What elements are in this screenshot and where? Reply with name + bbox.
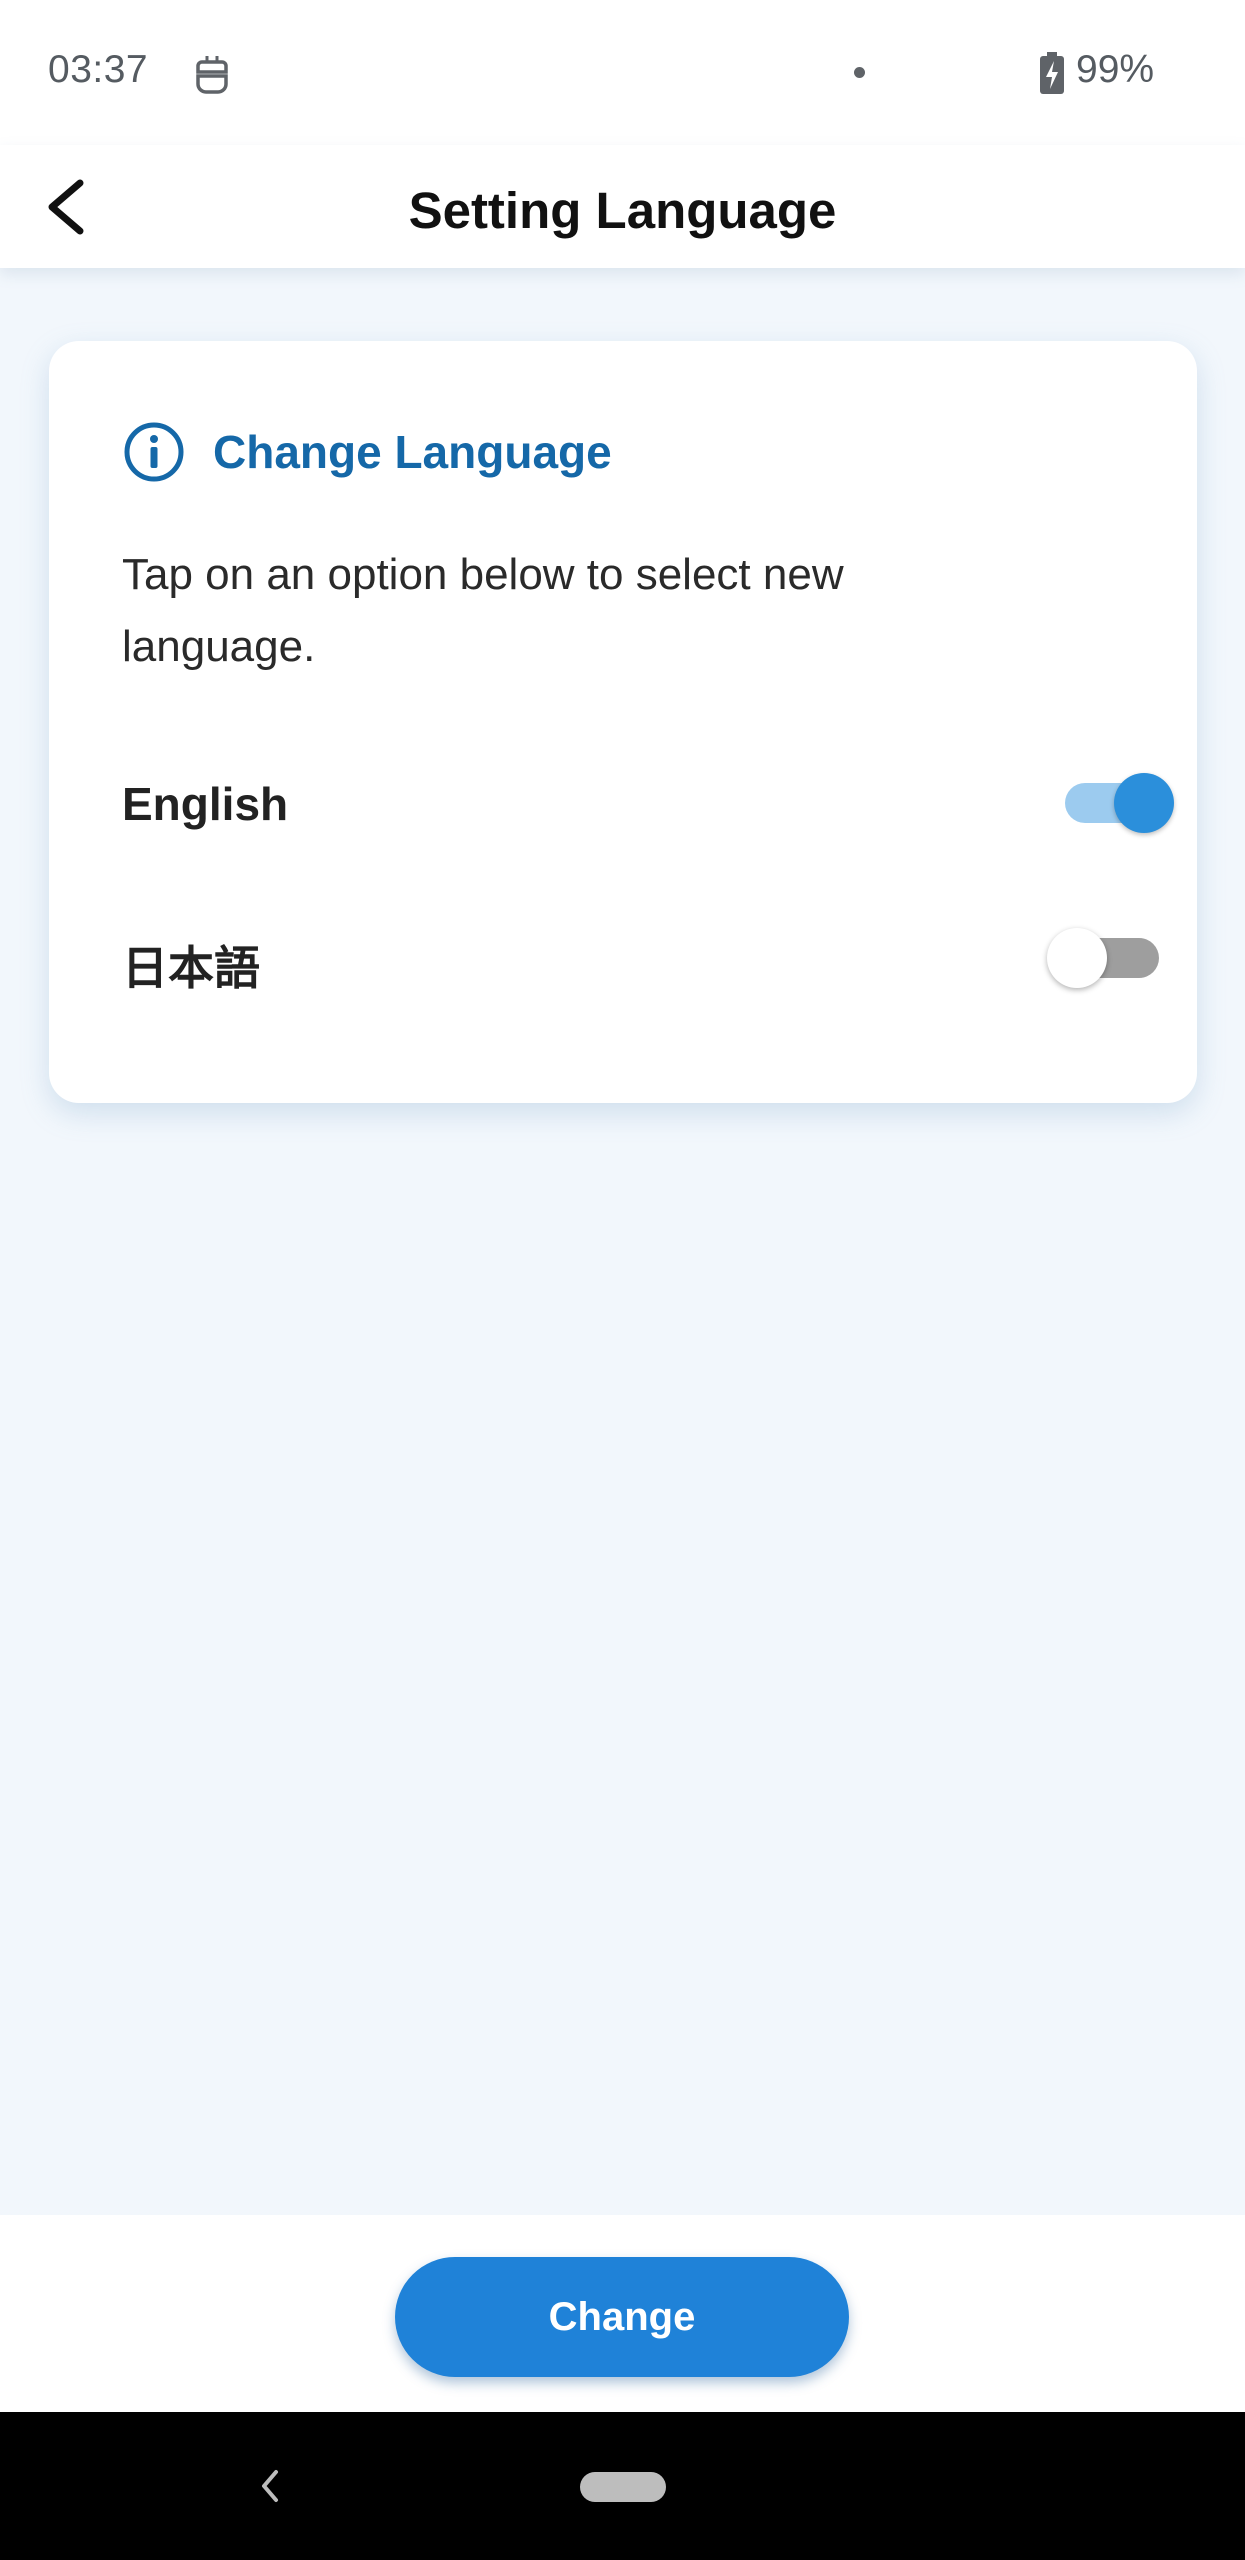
language-label-english: English	[122, 778, 289, 830]
card-header: Change Language	[123, 417, 612, 487]
system-nav-bar	[0, 2412, 1245, 2560]
card-description: Tap on an option below to select new lan…	[122, 550, 844, 671]
nav-back-icon[interactable]	[254, 2464, 286, 2508]
toggle-thumb	[1047, 928, 1107, 988]
status-time: 03:37	[48, 48, 149, 91]
status-bar: 03:37 99%	[0, 0, 1245, 145]
bottom-action-area: Change	[0, 2215, 1245, 2412]
english-toggle[interactable]	[1057, 763, 1177, 843]
home-pill-icon[interactable]	[580, 2472, 666, 2502]
change-button[interactable]: Change	[395, 2257, 849, 2377]
japanese-toggle[interactable]	[1047, 918, 1167, 998]
page-title: Setting Language	[408, 182, 837, 239]
battery-charging-icon	[1040, 52, 1064, 94]
change-language-card: Change Language Tap on an option below t…	[49, 341, 1197, 1103]
language-option-japanese[interactable]: 日本語	[122, 918, 1172, 998]
notification-dot-icon	[854, 67, 865, 78]
card-title: Change Language	[213, 426, 612, 478]
robot-icon	[196, 56, 228, 94]
info-icon	[124, 422, 184, 482]
battery-percentage: 99%	[1076, 48, 1155, 91]
language-label-japanese: 日本語	[122, 942, 260, 994]
toggle-thumb	[1114, 773, 1174, 833]
language-option-english[interactable]: English	[122, 763, 1174, 843]
app-bar: Setting Language	[0, 145, 1245, 268]
